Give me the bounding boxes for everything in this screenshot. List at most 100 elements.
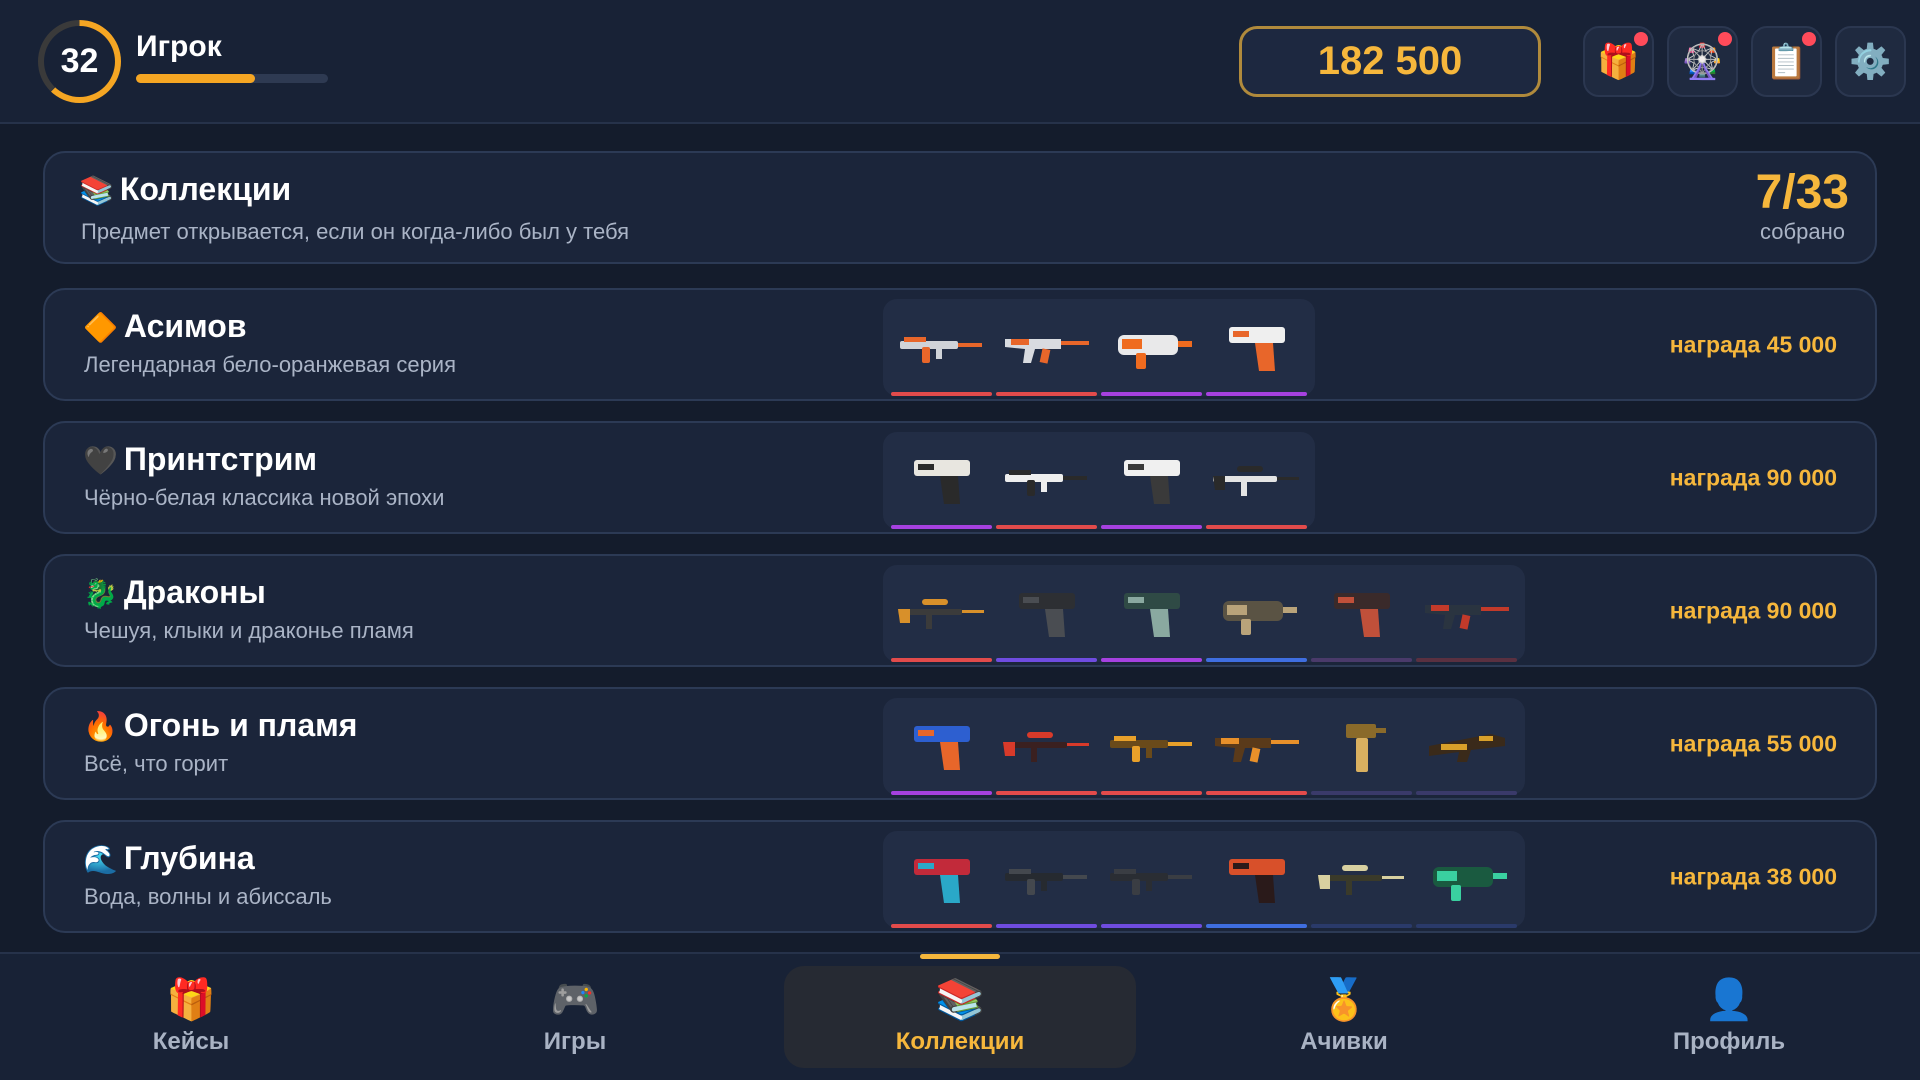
bottom-navigation: 🎁 Кейсы 🎮 Игры 📚 Коллекции 🏅 Ачивки 👤 Пр… <box>0 952 1920 1080</box>
weapon-skin-item[interactable] <box>1204 438 1309 529</box>
rarity-bar <box>1101 924 1202 928</box>
weapon-skin-item[interactable] <box>1309 704 1414 795</box>
collection-title-text: Принтстрим <box>123 441 318 477</box>
wheel-button[interactable]: 🎡 <box>1667 26 1738 97</box>
rarity-bar <box>1206 525 1307 529</box>
weapon-icon <box>1004 338 1089 364</box>
weapon-skin-item[interactable] <box>1099 837 1204 928</box>
rarity-bar <box>891 658 992 662</box>
weapon-icon <box>1228 858 1285 903</box>
collection-title: 🔥 Огонь и пламя <box>83 707 357 744</box>
weapon-skin-item[interactable] <box>889 704 994 795</box>
collection-card[interactable]: 🔥 Огонь и пламя Всё, что горит награда 5… <box>43 687 1877 800</box>
nav-label: Кейсы <box>152 1028 230 1055</box>
weapon-skin-item[interactable] <box>1309 571 1414 662</box>
collection-items-strip <box>883 831 1525 928</box>
weapon-icon <box>1222 600 1297 635</box>
weapon-skin-item[interactable] <box>1099 305 1204 396</box>
weapon-skin-item[interactable] <box>1204 305 1309 396</box>
rarity-bar <box>996 791 1097 795</box>
settings-button[interactable]: ⚙️ <box>1835 26 1906 97</box>
rarity-bar <box>996 658 1097 662</box>
gift-icon: 🎁 <box>1597 42 1640 81</box>
weapon-icon <box>1345 723 1386 772</box>
nav-cases[interactable]: 🎁 Кейсы <box>15 966 367 1068</box>
weapon-skin-item[interactable] <box>994 837 1099 928</box>
rarity-bar <box>1101 525 1202 529</box>
weapon-icon <box>1109 868 1192 895</box>
rarity-bar <box>996 924 1097 928</box>
collection-subtitle: Всё, что горит <box>84 751 229 776</box>
collection-title: 🐉 Драконы <box>83 574 266 611</box>
rarity-bar <box>891 525 992 529</box>
rarity-bar <box>1206 791 1307 795</box>
clipboard-icon: 📋 <box>1765 42 1808 81</box>
collection-card[interactable]: 🖤 Принтстрим Чёрно-белая классика новой эп… <box>43 421 1877 534</box>
weapon-icon <box>897 598 984 629</box>
rarity-bar <box>1101 658 1202 662</box>
summary-subtitle: Предмет открывается, если он когда-либо … <box>81 219 630 244</box>
weapon-skin-item[interactable] <box>1309 837 1414 928</box>
weapon-icon <box>1424 604 1509 630</box>
collection-title: 🔶 Асимов <box>83 308 247 345</box>
weapon-icon <box>1117 334 1192 369</box>
collection-card[interactable]: 🐉Драконы Чешуя, клыки и драконье пламя <box>43 554 1877 667</box>
gear-icon: ⚙️ <box>1849 42 1892 81</box>
weapon-skin-item[interactable] <box>1204 571 1309 662</box>
weapon-skin-item[interactable] <box>1414 571 1519 662</box>
nav-collections[interactable]: 📚 Коллекции <box>784 966 1136 1068</box>
weapon-icon <box>913 459 970 504</box>
weapon-skin-item[interactable] <box>889 438 994 529</box>
collection-emoji-icon: 🌊 <box>83 844 118 875</box>
weapon-icon <box>1317 864 1404 895</box>
ferris-wheel-icon: 🎡 <box>1681 42 1724 81</box>
collection-items-strip <box>883 299 1315 396</box>
weapon-skin-item[interactable] <box>1099 438 1204 529</box>
weapon-skin-item[interactable] <box>994 571 1099 662</box>
notification-dot <box>1802 32 1816 46</box>
weapon-icon <box>1018 592 1075 637</box>
level-number: 32 <box>44 26 115 97</box>
nav-achievements[interactable]: 🏅 Ачивки <box>1168 966 1520 1068</box>
weapon-skin-item[interactable] <box>889 305 994 396</box>
collection-emoji-icon: 🖤 <box>83 445 118 476</box>
collection-card[interactable]: 🔶 Асимов Легендарная бело-оранжевая серия … <box>43 288 1877 401</box>
weapon-icon <box>1004 469 1087 496</box>
xp-progress-bar <box>136 74 328 83</box>
weapon-skin-item[interactable] <box>1414 837 1519 928</box>
books-icon: 📚 <box>935 978 985 1022</box>
weapon-skin-item[interactable] <box>1099 704 1204 795</box>
level-badge[interactable]: 32 <box>38 20 121 103</box>
weapon-skin-item[interactable] <box>889 571 994 662</box>
collection-subtitle: Вода, волны и абиссаль <box>84 884 332 909</box>
notification-dot <box>1718 32 1732 46</box>
collection-subtitle: Чёрно-белая классика новой эпохи <box>84 485 445 510</box>
nav-label: Профиль <box>1672 1028 1786 1055</box>
weapon-skin-item[interactable] <box>889 837 994 928</box>
weapon-skin-item[interactable] <box>1204 837 1309 928</box>
weapon-skin-item[interactable] <box>1414 704 1519 795</box>
weapon-skin-item[interactable] <box>994 704 1099 795</box>
weapon-skin-item[interactable] <box>994 305 1099 396</box>
balance-display[interactable]: 182 500 <box>1239 26 1541 97</box>
collection-card[interactable]: 🌊 Глубина Вода, волны и абиссаль награда… <box>43 820 1877 933</box>
rarity-bar <box>1206 924 1307 928</box>
collected-count: 7/33 <box>1755 166 1849 219</box>
rarity-bar <box>1311 658 1412 662</box>
collection-emoji-icon: 🐉 <box>83 578 118 609</box>
weapon-skin-item[interactable] <box>1099 571 1204 662</box>
weapon-skin-item[interactable] <box>994 438 1099 529</box>
weapon-icon <box>1109 735 1192 762</box>
nav-games[interactable]: 🎮 Игры <box>399 966 751 1068</box>
collection-title-text: Глубина <box>123 840 255 876</box>
rarity-bar <box>1416 658 1517 662</box>
tasks-button[interactable]: 📋 <box>1751 26 1822 97</box>
weapon-skin-item[interactable] <box>1204 704 1309 795</box>
nav-label: Игры <box>543 1028 607 1055</box>
collected-label: собрано <box>1760 219 1845 244</box>
collection-emoji-icon: 🔶 <box>83 312 118 343</box>
nav-profile[interactable]: 👤 Профиль <box>1553 966 1905 1068</box>
gift-button[interactable]: 🎁 <box>1583 26 1654 97</box>
collection-reward: награда 90 000 <box>1669 597 1837 623</box>
collection-reward: награда 45 000 <box>1669 331 1837 357</box>
